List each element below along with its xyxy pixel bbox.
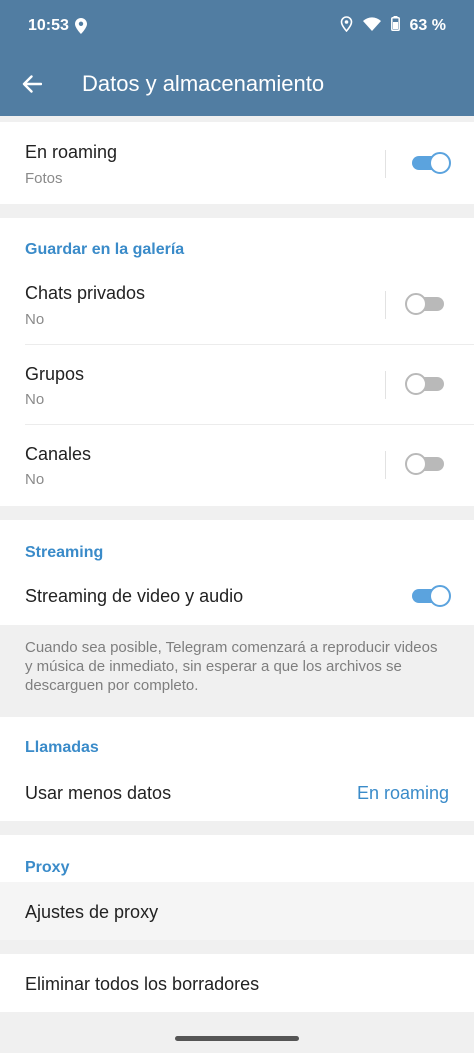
less-data-value: En roaming [356,783,449,803]
roaming-section: En roaming Fotos [0,122,474,204]
proxy-settings-row[interactable]: Ajustes de proxy [0,882,474,940]
calls-header: Llamadas [25,739,99,756]
roaming-toggle[interactable] [410,152,451,174]
less-data-title: Usar menos datos [25,783,172,803]
streaming-section: Streaming Streaming de video y audio [0,520,474,625]
gesture-navigation-bar[interactable] [175,1036,299,1041]
app-bar: Datos y almacenamiento [0,52,474,116]
gallery-section: Guardar en la galería Chats privados No … [0,218,474,506]
list-item-chats-privados[interactable]: Chats privados No [0,263,474,345]
status-bar: 10:53 63 % [0,0,474,52]
streaming-info-text: Cuando sea posible, Telegram comenzará a… [0,625,474,717]
delete-drafts-row[interactable]: Eliminar todos los borradores [0,954,474,1012]
item-title: Grupos [25,364,85,384]
grupos-toggle[interactable] [405,373,446,395]
proxy-settings-title: Ajustes de proxy [25,902,159,922]
streaming-header: Streaming [25,544,104,561]
list-item-grupos[interactable]: Grupos No [0,344,474,424]
list-item-canales[interactable]: Canales No [0,424,474,506]
location-pin-icon [74,18,87,34]
wifi-icon [362,16,381,36]
gallery-header: Guardar en la galería [25,241,185,258]
streaming-row[interactable]: Streaming de video y audio [0,570,474,625]
delete-drafts-title: Eliminar todos los borradores [25,974,260,994]
vertical-divider [385,291,386,319]
item-subtitle: No [25,311,45,328]
battery-percentage: 63 % [409,17,446,34]
battery-icon [390,16,400,36]
back-button[interactable] [0,52,64,116]
canales-toggle[interactable] [405,453,446,475]
roaming-subtitle: Fotos [25,170,63,187]
vertical-divider [385,150,386,178]
calls-section: Llamadas Usar menos datos En roaming [0,717,474,821]
proxy-header: Proxy [25,859,70,876]
roaming-title: En roaming [25,142,118,162]
item-subtitle: No [25,391,45,408]
arrow-back-icon [22,75,42,93]
location-outline-icon [340,15,353,37]
item-title: Chats privados [25,283,146,303]
vertical-divider [385,371,386,399]
drafts-section: Eliminar todos los borradores [0,954,474,1012]
item-title: Canales [25,444,92,464]
less-data-row[interactable]: Usar menos datos En roaming [0,767,474,821]
proxy-section: Proxy Ajustes de proxy [0,835,474,940]
roaming-row[interactable]: En roaming Fotos [0,122,474,204]
chats-privados-toggle[interactable] [405,293,446,315]
streaming-toggle[interactable] [410,585,451,607]
streaming-title: Streaming de video y audio [25,586,244,606]
page-title: Datos y almacenamiento [82,71,325,96]
item-subtitle: No [25,471,45,488]
status-time: 10:53 [28,17,69,34]
vertical-divider [385,451,386,479]
